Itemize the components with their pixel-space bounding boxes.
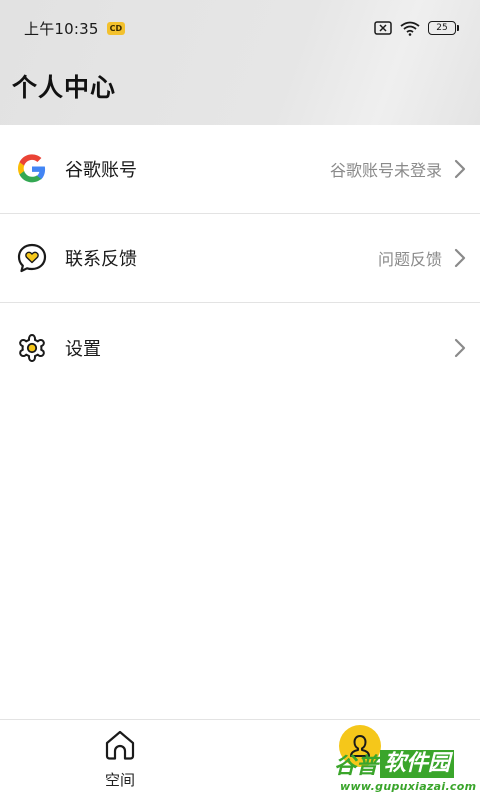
- watermark-brand-part1: 谷普: [334, 754, 379, 779]
- menu-list: 谷歌账号 谷歌账号未登录 联系反馈 问题反馈 设置: [0, 125, 480, 392]
- watermark-brand-part2: 软件园: [380, 750, 455, 778]
- status-icons: 25: [374, 21, 459, 36]
- watermark-brand: 谷普 软件园: [334, 748, 455, 780]
- sim-error-icon: [374, 21, 392, 35]
- watermark: 谷普 软件园 www.gupuxiazai.com: [334, 748, 478, 798]
- status-notification-badge: CD: [106, 21, 126, 35]
- home-icon: [103, 729, 137, 765]
- menu-item-label: 设置: [65, 338, 101, 360]
- chevron-right-icon: [454, 159, 468, 179]
- menu-item-settings[interactable]: 设置: [0, 303, 480, 392]
- nav-tab-space[interactable]: 空间: [0, 720, 240, 800]
- watermark-url: www.gupuxiazai.com: [340, 780, 477, 793]
- google-icon: [16, 153, 48, 185]
- menu-item-label: 谷歌账号: [65, 160, 137, 181]
- menu-item-google-account[interactable]: 谷歌账号 谷歌账号未登录: [0, 125, 480, 214]
- header: 上午10:35 CD 25 个人中心: [0, 0, 480, 125]
- feedback-icon: [16, 242, 48, 274]
- menu-item-value: 谷歌账号未登录: [329, 161, 442, 180]
- status-time: 上午10:35: [24, 19, 99, 38]
- battery-icon: 25: [428, 21, 459, 35]
- status-bar: 上午10:35 CD 25: [0, 0, 480, 56]
- wifi-icon: [400, 21, 420, 36]
- profile-screen: 上午10:35 CD 25 个人中心 谷歌账号 谷歌账号未登录 联系反馈 问题反…: [0, 0, 480, 800]
- settings-icon: [16, 332, 48, 364]
- chevron-right-icon: [454, 248, 468, 268]
- menu-item-value: 问题反馈: [377, 250, 442, 269]
- menu-item-feedback[interactable]: 联系反馈 问题反馈: [0, 214, 480, 303]
- menu-item-label: 联系反馈: [65, 249, 137, 270]
- battery-level: 25: [436, 23, 448, 33]
- chevron-right-icon: [454, 338, 468, 358]
- nav-tab-label: 空间: [104, 771, 135, 789]
- page-title: 个人中心: [12, 73, 117, 102]
